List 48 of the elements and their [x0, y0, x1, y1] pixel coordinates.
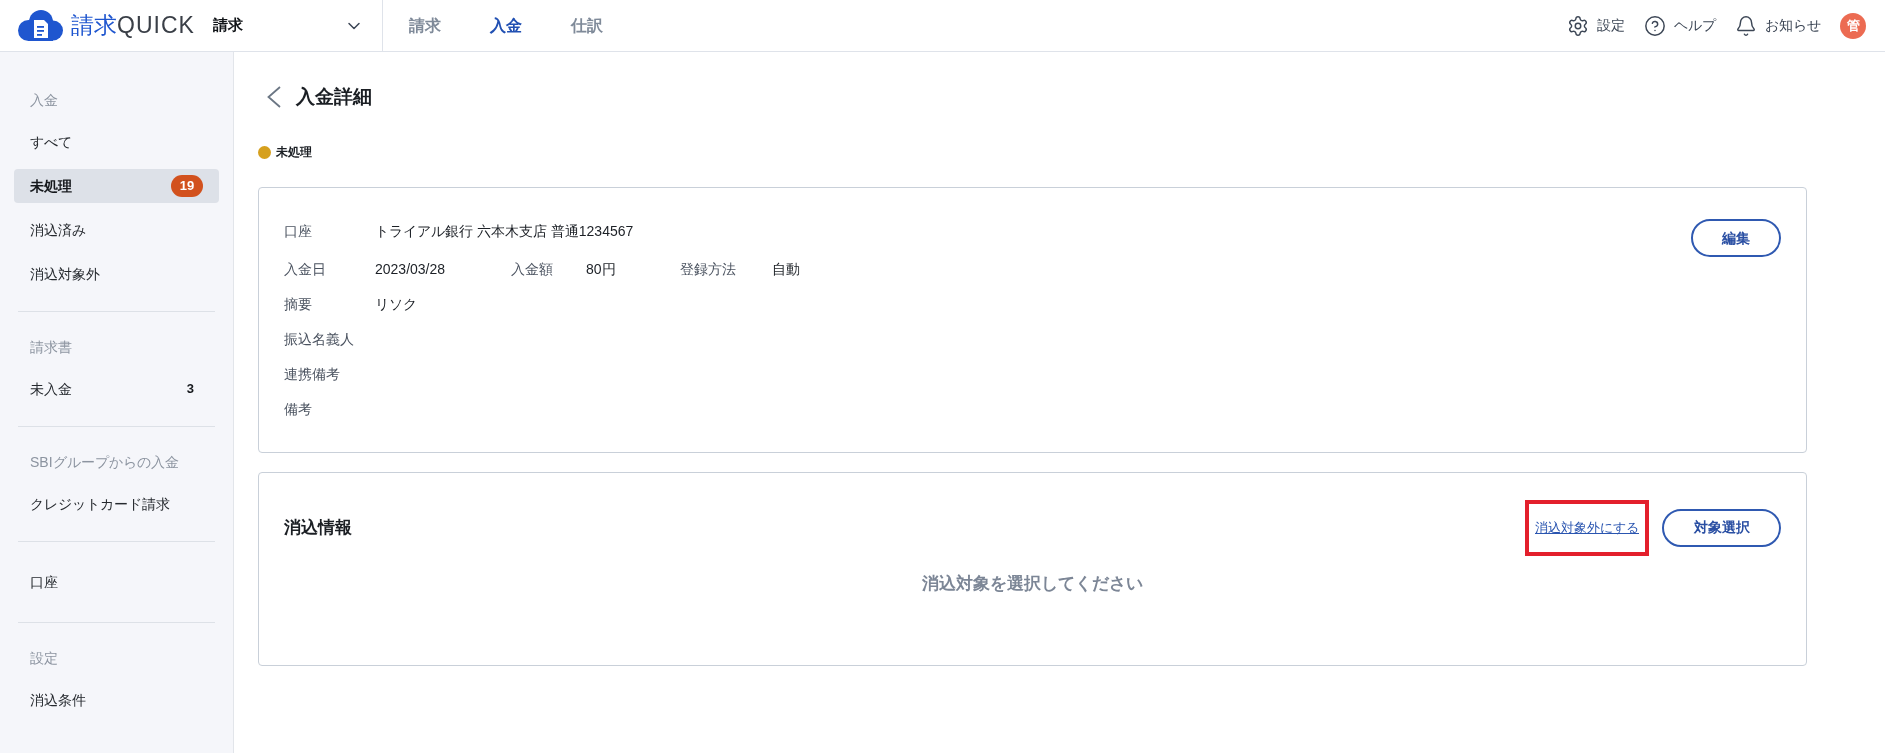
- status-label: 未処理: [276, 144, 312, 161]
- back-button[interactable]: [267, 86, 281, 108]
- sidebar-item[interactable]: クレジットカード請求: [14, 487, 219, 521]
- sidebar-item[interactable]: 口座: [14, 565, 219, 599]
- section-heading: 請求書: [30, 337, 72, 357]
- help-button[interactable]: ヘルプ: [1644, 14, 1716, 37]
- section-title: 消込情報: [284, 516, 352, 539]
- section-heading: 入金: [30, 90, 58, 110]
- settings-button[interactable]: 設定: [1567, 14, 1625, 37]
- sidebar-item[interactable]: 未処理 19: [14, 169, 219, 203]
- field-label: 備考: [284, 399, 312, 419]
- field-value: トライアル銀行 六本木支店 普通1234567: [375, 221, 634, 241]
- field-value: 自動: [772, 259, 800, 279]
- nav-tab[interactable]: 仕訳: [571, 13, 603, 38]
- cloud-document-logo-icon: [18, 10, 63, 41]
- field-label: 登録方法: [680, 259, 736, 279]
- field-label: 入金額: [511, 259, 553, 279]
- nav-tab[interactable]: 入金: [490, 13, 522, 38]
- field-value: 2023/03/28: [375, 259, 446, 279]
- field-label: 振込名義人: [284, 329, 354, 349]
- logo-text: 請求QUICK: [71, 14, 195, 37]
- notifications-button[interactable]: お知らせ: [1735, 14, 1821, 37]
- sidebar-item[interactable]: 消込済み: [14, 213, 219, 247]
- bell-icon: [1735, 14, 1757, 37]
- select-target-button[interactable]: 対象選択: [1662, 508, 1781, 547]
- gear-icon: [1567, 14, 1589, 37]
- section-heading: SBIグループからの入金: [30, 452, 179, 472]
- exclude-link[interactable]: 消込対象外にする: [1535, 518, 1639, 537]
- sidebar-item[interactable]: 消込対象外: [14, 257, 219, 291]
- item-count: 3: [186, 380, 194, 399]
- sidebar-item[interactable]: すべて: [14, 125, 219, 159]
- sidebar-item[interactable]: 消込条件: [14, 683, 219, 717]
- field-label: 口座: [284, 221, 312, 241]
- field-value: リソク: [375, 294, 417, 314]
- count-badge: 19: [171, 175, 203, 197]
- nav-tab[interactable]: 請求: [409, 13, 441, 38]
- chevron-left-icon: [267, 86, 281, 108]
- app-switcher-dropdown[interactable]: 請求: [213, 14, 364, 37]
- field-label: 連携備考: [284, 364, 340, 384]
- section-heading: 設定: [30, 648, 58, 668]
- field-label: 入金日: [284, 259, 326, 279]
- sidebar-item[interactable]: 未入金 3: [14, 372, 219, 406]
- empty-message: 消込対象を選択してください: [922, 573, 1143, 595]
- edit-button[interactable]: 編集: [1691, 219, 1781, 257]
- help-icon: [1644, 14, 1666, 37]
- field-label: 摘要: [284, 294, 312, 314]
- field-value: 80円: [586, 259, 616, 279]
- page-title: 入金詳細: [296, 84, 372, 109]
